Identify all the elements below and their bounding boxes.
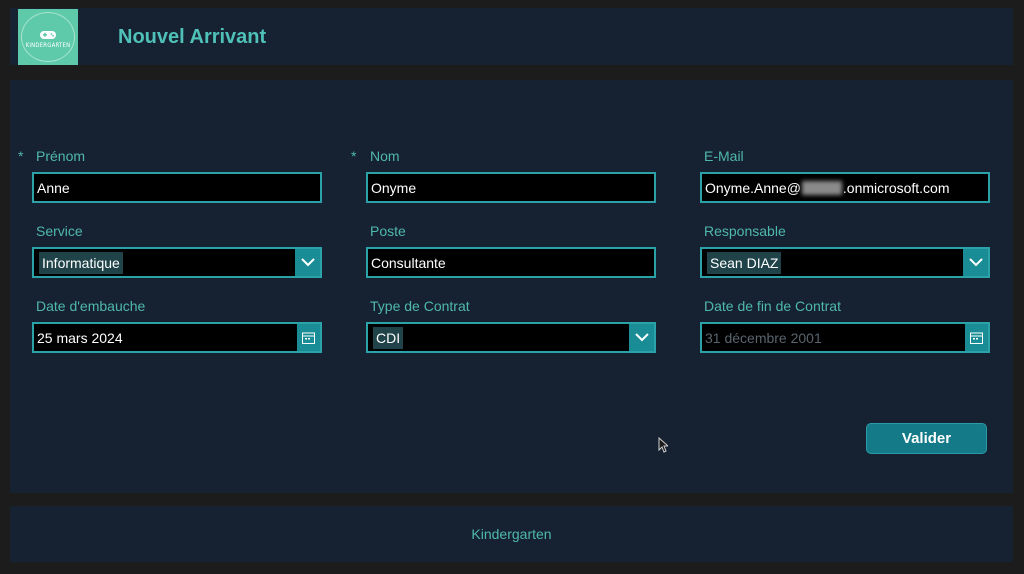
type-contrat-label: Type de Contrat — [370, 298, 470, 314]
prenom-input[interactable]: Anne — [32, 172, 322, 203]
footer-text: Kindergarten — [471, 526, 552, 542]
nom-input[interactable]: Onyme — [366, 172, 656, 203]
header-bar: KINDERGARTEN Nouvel Arrivant — [10, 8, 1013, 65]
service-selected-value: Informatique — [39, 251, 123, 274]
poste-value: Consultante — [371, 254, 446, 271]
date-fin-contrat-placeholder: 31 décembre 2001 — [705, 329, 822, 346]
page-title: Nouvel Arrivant — [118, 26, 267, 48]
validate-button[interactable]: Valider — [866, 423, 987, 454]
poste-label: Poste — [370, 223, 406, 239]
date-embauche-value: 25 mars 2024 — [37, 329, 123, 346]
mouse-cursor-icon — [658, 437, 668, 453]
email-label: E-Mail — [704, 148, 744, 164]
email-value-prefix: Onyme.Anne@ — [705, 179, 801, 196]
calendar-icon[interactable] — [297, 324, 320, 351]
footer-bar: Kindergarten — [10, 506, 1013, 562]
prenom-value: Anne — [37, 179, 70, 196]
email-value-suffix: .onmicrosoft.com — [842, 179, 950, 196]
type-contrat-dropdown[interactable]: CDI — [366, 322, 656, 353]
chevron-down-icon[interactable] — [963, 249, 988, 276]
nom-value: Onyme — [371, 179, 417, 196]
required-marker-nom: * — [351, 148, 357, 164]
date-fin-contrat-label: Date de fin de Contrat — [704, 298, 841, 314]
responsable-selected-value: Sean DIAZ — [707, 251, 782, 274]
calendar-icon[interactable] — [965, 324, 988, 351]
email-input[interactable]: Onyme.Anne@ .onmicrosoft.com — [700, 172, 990, 203]
prenom-label: Prénom — [36, 148, 86, 164]
nom-label: Nom — [370, 148, 400, 164]
responsable-dropdown[interactable]: Sean DIAZ — [700, 247, 990, 278]
date-fin-contrat-picker[interactable]: 31 décembre 2001 — [700, 322, 990, 353]
required-marker-prenom: * — [18, 148, 24, 164]
redacted-domain — [801, 180, 842, 195]
chevron-down-icon[interactable] — [295, 249, 320, 276]
kindergarten-logo: KINDERGARTEN — [18, 9, 78, 65]
chevron-down-icon[interactable] — [629, 324, 654, 351]
form-panel: * Prénom Anne * Nom Onyme E-Mail Onyme.A… — [10, 80, 1013, 493]
service-label: Service — [36, 223, 83, 239]
poste-input[interactable]: Consultante — [366, 247, 656, 278]
type-contrat-selected-value: CDI — [373, 326, 404, 349]
service-dropdown[interactable]: Informatique — [32, 247, 322, 278]
date-embauche-picker[interactable]: 25 mars 2024 — [32, 322, 322, 353]
responsable-label: Responsable — [704, 223, 786, 239]
date-embauche-label: Date d'embauche — [36, 298, 146, 314]
